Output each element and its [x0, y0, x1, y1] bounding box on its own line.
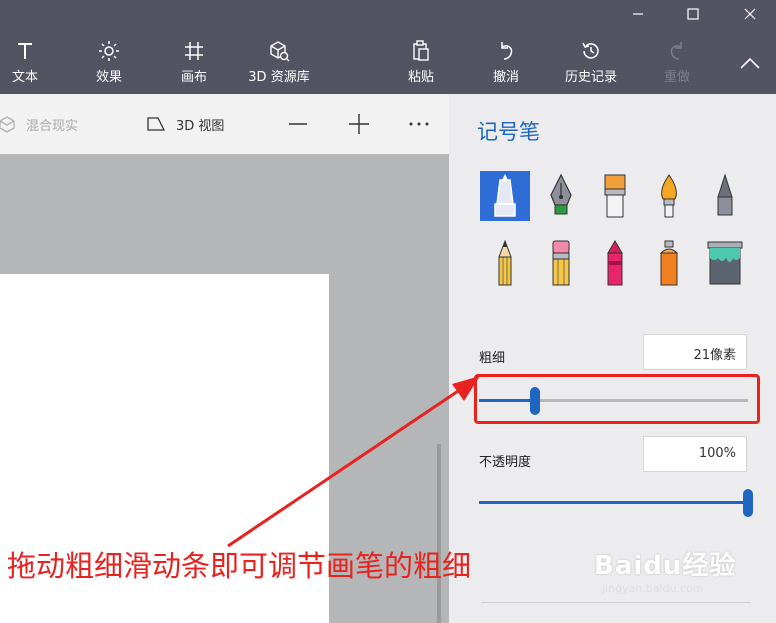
annotation-text: 拖动粗细滑动条即可调节画笔的粗细: [7, 549, 472, 583]
annotation-arrow: [227, 376, 480, 548]
watermark-sub: jingyan.baidu.com: [602, 582, 704, 595]
watermark-logo: Baidu经验 jingyan.baidu.com: [594, 545, 736, 595]
watermark-main: Baidu经验: [594, 551, 737, 581]
